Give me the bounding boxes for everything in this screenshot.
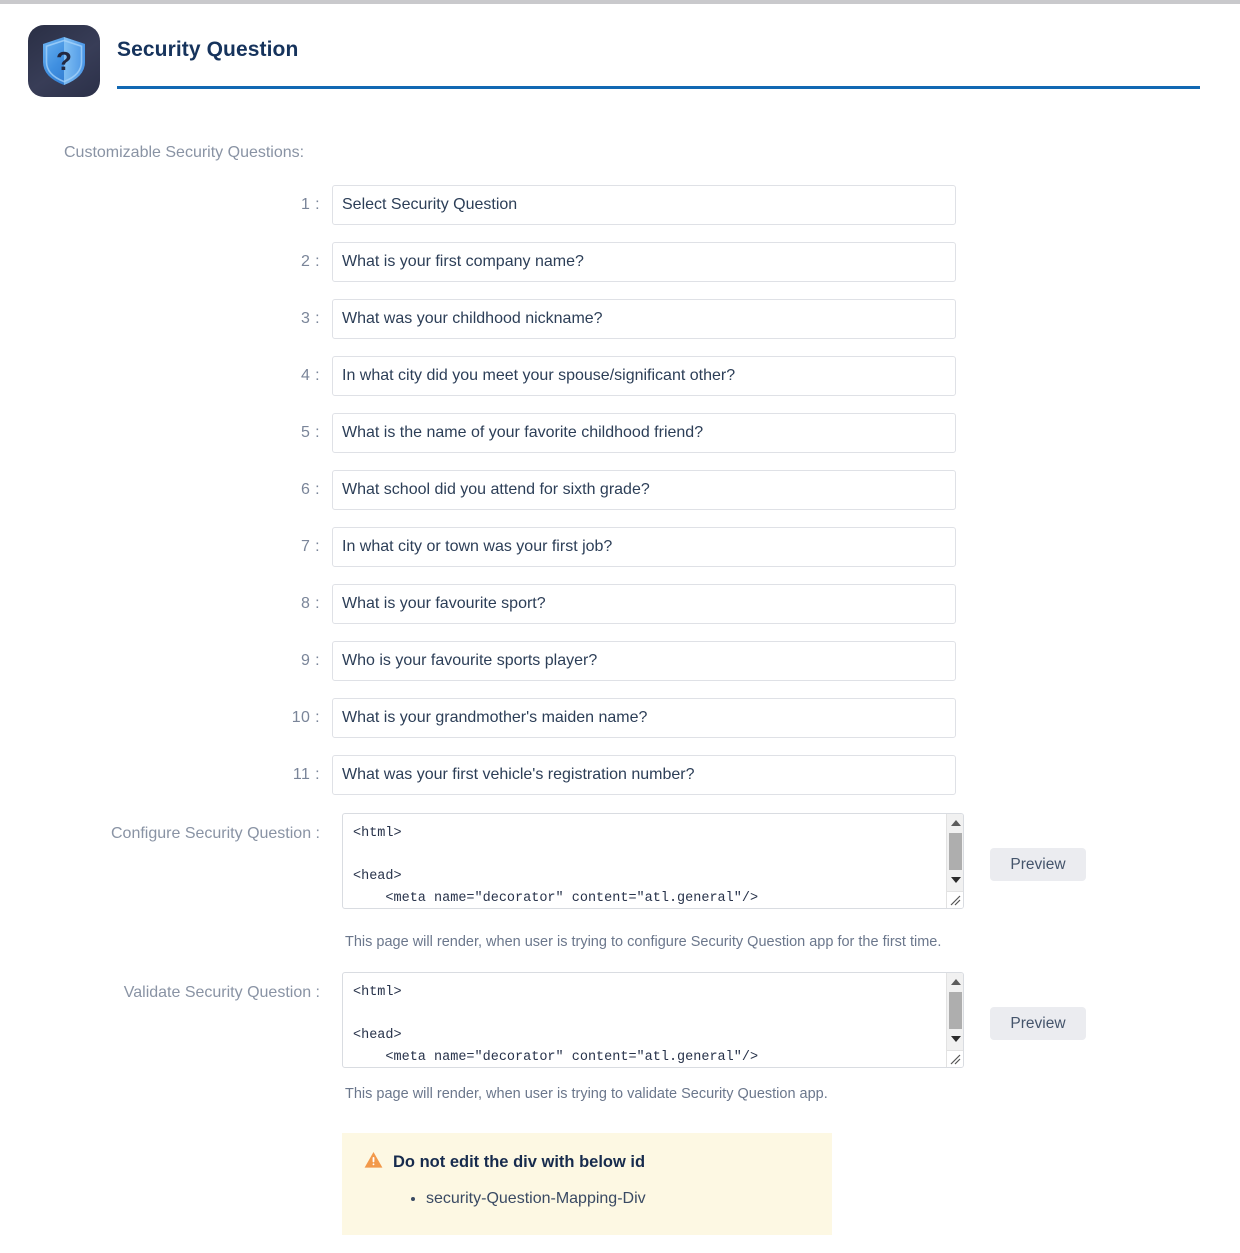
scrollbar-thumb[interactable] — [949, 992, 962, 1029]
question-number: 1 : — [301, 196, 320, 213]
top-strip — [0, 0, 1240, 4]
validate-help-text: This page will render, when user is tryi… — [345, 1086, 828, 1102]
question-row: 6 : — [0, 470, 1240, 527]
question-number: 8 : — [301, 595, 320, 612]
question-number: 4 : — [301, 367, 320, 384]
question-row: 7 : — [0, 527, 1240, 584]
validate-code-content[interactable]: <html> <head> <meta name="decorator" con… — [343, 973, 943, 1067]
security-questions-list: 1 : 2 : 3 : 4 : 5 : 6 : 7 : 8 : — [0, 185, 1240, 812]
warning-triangle-icon — [364, 1151, 383, 1174]
question-input-7[interactable] — [332, 527, 956, 567]
shield-question-icon: ? — [28, 25, 100, 97]
scrollbar-thumb[interactable] — [949, 833, 962, 870]
header-divider — [117, 86, 1200, 89]
question-input-1[interactable] — [332, 185, 956, 225]
scroll-up-arrow-icon[interactable] — [947, 814, 963, 831]
page-header: ? Security Question — [28, 25, 1208, 97]
validate-label: Validate Security Question : — [123, 984, 320, 1001]
question-row: 10 : — [0, 698, 1240, 755]
question-row: 8 : — [0, 584, 1240, 641]
question-number: 10 : — [291, 709, 320, 726]
svg-text:?: ? — [56, 46, 72, 76]
configure-help-text: This page will render, when user is tryi… — [345, 934, 942, 950]
question-row: 9 : — [0, 641, 1240, 698]
question-row: 1 : — [0, 185, 1240, 242]
question-row: 4 : — [0, 356, 1240, 413]
question-row: 11 : — [0, 755, 1240, 812]
configure-label: Configure Security Question : — [111, 825, 320, 842]
question-input-3[interactable] — [332, 299, 956, 339]
list-item: security-Question-Mapping-Div — [426, 1188, 812, 1210]
question-row: 5 : — [0, 413, 1240, 470]
configure-code-content[interactable]: <html> <head> <meta name="decorator" con… — [343, 814, 943, 908]
question-number: 3 : — [301, 310, 320, 327]
resize-handle-icon[interactable] — [946, 891, 963, 908]
question-row: 2 : — [0, 242, 1240, 299]
question-input-8[interactable] — [332, 584, 956, 624]
warning-note: Do not edit the div with below id securi… — [342, 1133, 832, 1235]
scroll-up-arrow-icon[interactable] — [947, 973, 963, 990]
resize-handle-icon[interactable] — [946, 1050, 963, 1067]
warning-note-header: Do not edit the div with below id — [364, 1151, 812, 1174]
question-input-11[interactable] — [332, 755, 956, 795]
question-number: 6 : — [301, 481, 320, 498]
question-number: 7 : — [301, 538, 320, 555]
question-number: 2 : — [301, 253, 320, 270]
question-number: 9 : — [301, 652, 320, 669]
question-input-10[interactable] — [332, 698, 956, 738]
question-input-4[interactable] — [332, 356, 956, 396]
configure-textarea-wrapper[interactable]: <html> <head> <meta name="decorator" con… — [342, 813, 964, 909]
warning-note-list: security-Question-Mapping-Div — [364, 1188, 812, 1210]
validate-preview-button[interactable]: Preview — [990, 1007, 1086, 1040]
scroll-down-arrow-icon[interactable] — [947, 1030, 963, 1047]
warning-note-title: Do not edit the div with below id — [393, 1153, 646, 1171]
validate-textarea-wrapper[interactable]: <html> <head> <meta name="decorator" con… — [342, 972, 964, 1068]
question-input-9[interactable] — [332, 641, 956, 681]
question-number: 5 : — [301, 424, 320, 441]
question-input-6[interactable] — [332, 470, 956, 510]
security-question-config-page: ? Security Question Customizable Securit… — [0, 0, 1240, 1253]
customizable-questions-label: Customizable Security Questions: — [64, 144, 305, 161]
page-title: Security Question — [117, 38, 299, 61]
question-number: 11 : — [292, 766, 320, 783]
question-input-2[interactable] — [332, 242, 956, 282]
question-row: 3 : — [0, 299, 1240, 356]
configure-preview-button[interactable]: Preview — [990, 848, 1086, 881]
question-input-5[interactable] — [332, 413, 956, 453]
scroll-down-arrow-icon[interactable] — [947, 871, 963, 888]
